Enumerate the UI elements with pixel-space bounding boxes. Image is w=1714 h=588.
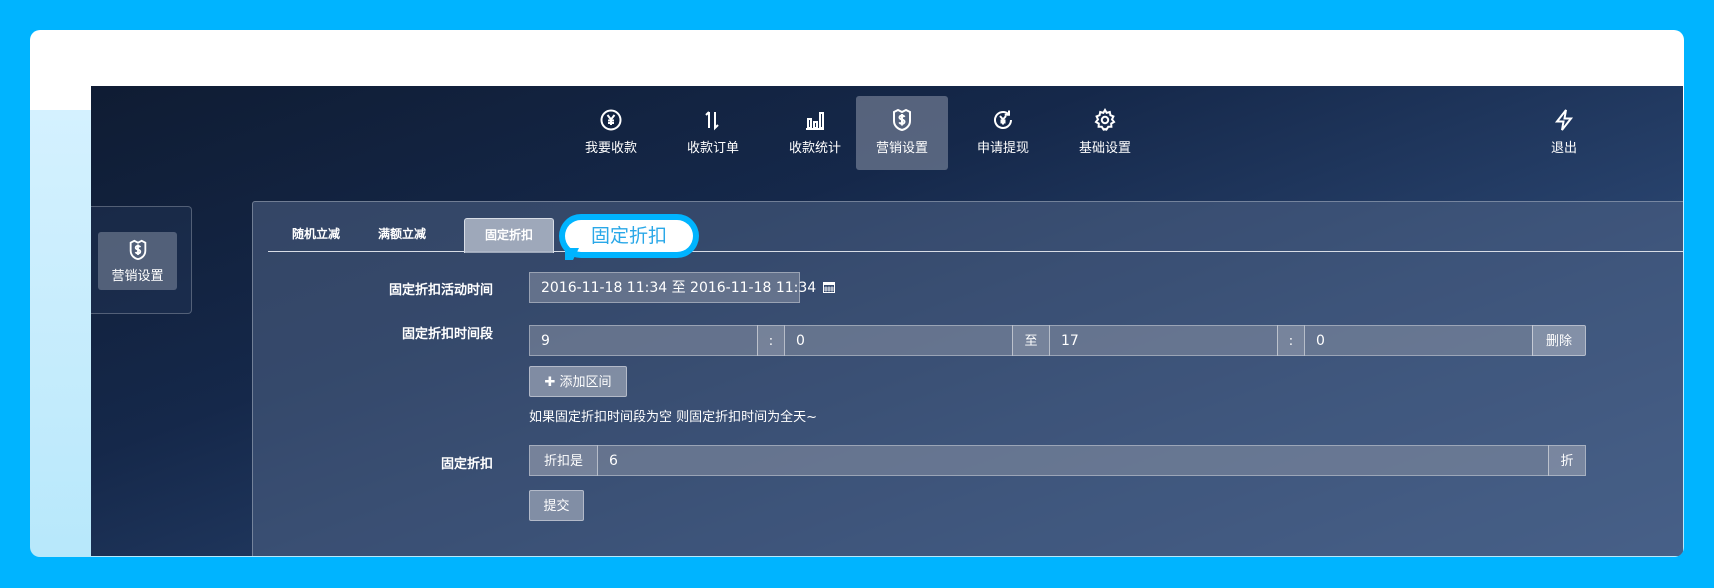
discount-label: 固定折扣 <box>440 457 493 472</box>
tab-bar: 随机立减 满额立减 固定折扣 <box>268 218 1683 253</box>
end-hour-input[interactable]: 17 <box>1049 325 1278 356</box>
start-minute-input[interactable]: 0 <box>784 325 1013 356</box>
submit-button[interactable]: 提交 <box>529 490 584 521</box>
bolt-icon <box>1554 109 1574 131</box>
delete-period-button[interactable]: 删除 <box>1532 325 1586 356</box>
nav-item-marketing[interactable]: 营销设置 <box>856 96 948 170</box>
shield-dollar-icon <box>129 239 146 261</box>
nav-item-receive-payment[interactable]: 我要收款 <box>565 96 657 170</box>
activity-time-label: 固定折扣活动时间 <box>388 283 493 298</box>
yen-refresh-icon <box>994 110 1012 129</box>
nav-item-label: 营销设置 <box>875 141 928 156</box>
sort-arrows-icon <box>705 111 719 131</box>
shield-dollar-icon <box>893 108 911 132</box>
end-minute-input[interactable]: 0 <box>1304 325 1533 356</box>
add-period-button[interactable]: ✚ 添加区间 <box>529 366 627 397</box>
tab-fixed-discount[interactable]: 固定折扣 <box>464 218 554 253</box>
sidebar-item-label: 营销设置 <box>111 269 164 284</box>
nav-item-withdraw[interactable]: 申请提现 <box>957 96 1049 170</box>
nav-item-label: 收款统计 <box>788 141 841 156</box>
add-period-label: 添加区间 <box>559 375 612 390</box>
logout-label: 退出 <box>1550 141 1577 156</box>
gear-icon <box>1094 108 1116 131</box>
nav-item-label: 我要收款 <box>584 141 637 156</box>
nav-item-orders[interactable]: 收款订单 <box>667 96 759 170</box>
range-to-label: 至 <box>1012 325 1050 356</box>
nav-item-label: 基础设置 <box>1078 141 1131 156</box>
discount-suffix: 折 <box>1548 445 1586 476</box>
sidebar-item-marketing[interactable]: 营销设置 <box>98 232 177 290</box>
nav-item-basic-settings[interactable]: 基础设置 <box>1059 96 1151 170</box>
discount-prefix: 折扣是 <box>529 445 598 476</box>
callout-tail <box>565 248 579 260</box>
callout-text: 固定折扣 <box>565 220 693 252</box>
plus-icon: ✚ <box>544 375 556 390</box>
fixed-discount-callout: 固定折扣 <box>559 214 699 260</box>
time-separator: : <box>757 325 785 356</box>
start-hour-input[interactable]: 9 <box>529 325 758 356</box>
nav-item-label: 申请提现 <box>976 141 1029 156</box>
yen-circle-icon <box>600 109 622 131</box>
settings-panel: 随机立减 满额立减 固定折扣 固定折扣活动时间 2016-11-18 11:34… <box>252 201 1683 556</box>
sidebar: 营销设置 <box>91 206 192 314</box>
bar-chart-icon <box>806 112 824 130</box>
tab-full-amount-discount[interactable]: 满额立减 <box>364 218 440 251</box>
nav-item-label: 收款订单 <box>686 141 739 156</box>
activity-time-input[interactable]: 2016-11-18 11:34 至 2016-11-18 11:34 <box>529 272 835 303</box>
activity-time-value: 2016-11-18 11:34 至 2016-11-18 11:34 <box>541 280 817 296</box>
nav-item-logout[interactable]: 退出 <box>1518 96 1610 170</box>
calendar-icon <box>822 282 835 293</box>
nav-item-statistics[interactable]: 收款统计 <box>769 96 861 170</box>
app-window: 我要收款 收款订单 收款统计 营销设置 申请提现 基础设置 退出 营销设置 随机… <box>91 86 1683 556</box>
time-period-label: 固定折扣时间段 <box>401 327 493 342</box>
screenshot-frame: 我要收款 收款订单 收款统计 营销设置 申请提现 基础设置 退出 营销设置 随机… <box>30 30 1684 557</box>
time-separator: : <box>1277 325 1305 356</box>
time-period-hint: 如果固定折扣时间段为空 则固定折扣时间为全天~ <box>529 410 818 425</box>
discount-input[interactable]: 6 <box>597 445 1549 476</box>
tab-random-discount[interactable]: 随机立减 <box>278 218 354 251</box>
top-navigation: 我要收款 收款订单 收款统计 营销设置 申请提现 基础设置 退出 <box>91 86 1683 196</box>
